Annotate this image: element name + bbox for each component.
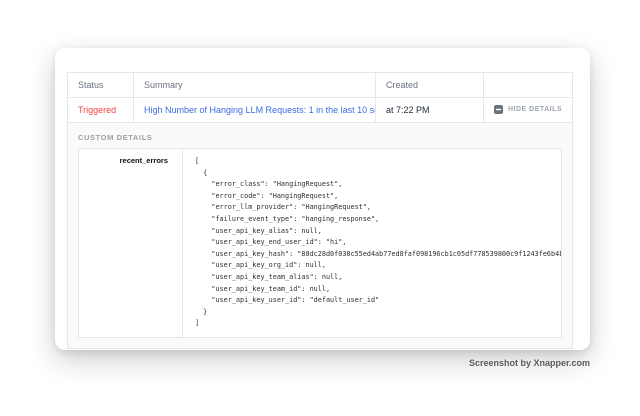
custom-details-panel: recent_errors [ { "error_class": "Hangin… xyxy=(78,148,562,338)
created-cell: at 7:22 PM xyxy=(376,98,484,123)
col-header-created: Created xyxy=(376,73,484,98)
alerts-table: Status Summary Created Triggered High Nu… xyxy=(67,72,573,349)
alert-summary-link[interactable]: High Number of Hanging LLM Requests: 1 i… xyxy=(144,105,376,115)
table-header-row: Status Summary Created xyxy=(68,73,573,98)
col-header-summary: Summary xyxy=(134,73,376,98)
details-json-value: [ { "error_class": "HangingRequest", "er… xyxy=(183,149,561,337)
screenshot-background: Status Summary Created Triggered High Nu… xyxy=(0,0,640,416)
alert-details-card: Status Summary Created Triggered High Nu… xyxy=(55,48,590,350)
collapse-minus-icon xyxy=(494,105,503,114)
summary-cell: High Number of Hanging LLM Requests: 1 i… xyxy=(134,98,376,123)
details-cell: CUSTOM DETAILS recent_errors [ { "error_… xyxy=(68,123,573,349)
actions-cell: HIDE DETAILS xyxy=(484,98,573,123)
hide-details-button[interactable]: HIDE DETAILS xyxy=(494,105,562,114)
details-row: CUSTOM DETAILS recent_errors [ { "error_… xyxy=(68,123,573,349)
col-header-actions xyxy=(484,73,573,98)
watermark-text: Screenshot by Xnapper.com xyxy=(469,358,590,368)
created-timestamp: at 7:22 PM xyxy=(386,105,430,115)
alert-table-row: Triggered High Number of Hanging LLM Req… xyxy=(68,98,573,123)
col-header-status: Status xyxy=(68,73,134,98)
status-badge: Triggered xyxy=(78,105,116,115)
status-cell: Triggered xyxy=(68,98,134,123)
custom-details-heading: CUSTOM DETAILS xyxy=(78,133,562,142)
hide-details-label: HIDE DETAILS xyxy=(508,106,562,113)
details-key-label: recent_errors xyxy=(79,149,183,337)
